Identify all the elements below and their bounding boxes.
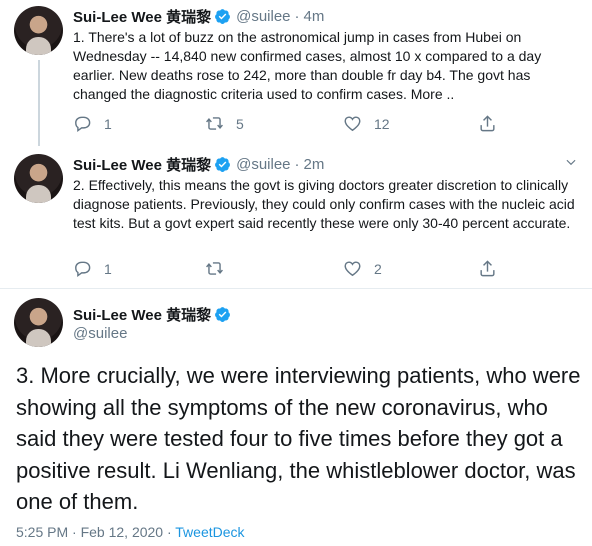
reply-count: 1 xyxy=(104,115,112,132)
share-icon xyxy=(480,260,495,277)
like-icon xyxy=(344,261,361,277)
author-name[interactable]: Sui-Lee Wee 黄瑞黎 xyxy=(73,304,211,325)
share-button[interactable] xyxy=(478,259,497,278)
verified-badge-icon xyxy=(215,307,231,322)
chevron-down-icon[interactable] xyxy=(564,155,578,169)
author-handle[interactable]: @suilee xyxy=(236,156,290,173)
author-name-row: Sui-Lee Wee 黄瑞黎 xyxy=(73,304,231,325)
reply-count: 1 xyxy=(104,260,112,277)
reply-icon xyxy=(75,116,91,133)
tweet-text: 1. There's a lot of buzz on the astronom… xyxy=(73,29,542,102)
like-icon xyxy=(344,116,361,132)
retweet-count: 5 xyxy=(236,115,244,132)
verified-badge-icon xyxy=(215,8,231,24)
verified-badge-icon xyxy=(215,156,231,172)
tweet-text: 3. More crucially, we were interviewing … xyxy=(16,363,581,514)
avatar[interactable] xyxy=(14,6,63,55)
author-handle[interactable]: @suilee xyxy=(73,325,127,342)
tweet-actions: 1 2 xyxy=(73,259,513,281)
like-button[interactable]: 12 xyxy=(343,114,390,133)
reply-button[interactable]: 1 xyxy=(73,259,112,278)
reply-button[interactable]: 1 xyxy=(73,114,112,133)
retweet-icon xyxy=(206,262,223,275)
tweet-header: Sui-Lee Wee 黄瑞黎 @suilee · 4m xyxy=(73,6,324,26)
like-count: 12 xyxy=(374,115,390,132)
tweet-actions: 1 5 12 xyxy=(73,114,513,136)
avatar[interactable] xyxy=(14,298,63,347)
share-icon xyxy=(480,115,495,132)
tweet-timestamp[interactable]: 5:25 PM · Feb 12, 2020 · xyxy=(16,524,175,540)
reply-icon xyxy=(75,261,91,278)
retweet-button[interactable] xyxy=(205,259,236,278)
thread-line xyxy=(38,60,40,146)
separator-dot: · xyxy=(294,155,300,173)
author-name[interactable]: Sui-Lee Wee 黄瑞黎 xyxy=(73,6,211,27)
tweet-header: Sui-Lee Wee 黄瑞黎 @suilee · 2m xyxy=(73,154,324,174)
author-handle[interactable]: @suilee xyxy=(236,8,290,25)
like-count: 2 xyxy=(374,260,382,277)
tweet-time[interactable]: 4m xyxy=(304,8,325,25)
tweet-source-link[interactable]: TweetDeck xyxy=(175,524,244,540)
tweet-time[interactable]: 2m xyxy=(304,156,325,173)
avatar[interactable] xyxy=(14,154,63,203)
retweet-button[interactable]: 5 xyxy=(205,114,244,133)
share-button[interactable] xyxy=(478,114,497,133)
retweet-icon xyxy=(206,117,223,130)
like-button[interactable]: 2 xyxy=(343,259,382,278)
author-name[interactable]: Sui-Lee Wee 黄瑞黎 xyxy=(73,154,211,175)
separator-dot: · xyxy=(294,7,300,25)
tweet-text: 2. Effectively, this means the govt is g… xyxy=(73,177,575,231)
main-tweet: Sui-Lee Wee 黄瑞黎 @suilee 3. More cruciall… xyxy=(0,288,592,546)
tweet-meta: 5:25 PM · Feb 12, 2020 · TweetDeck xyxy=(16,524,245,540)
